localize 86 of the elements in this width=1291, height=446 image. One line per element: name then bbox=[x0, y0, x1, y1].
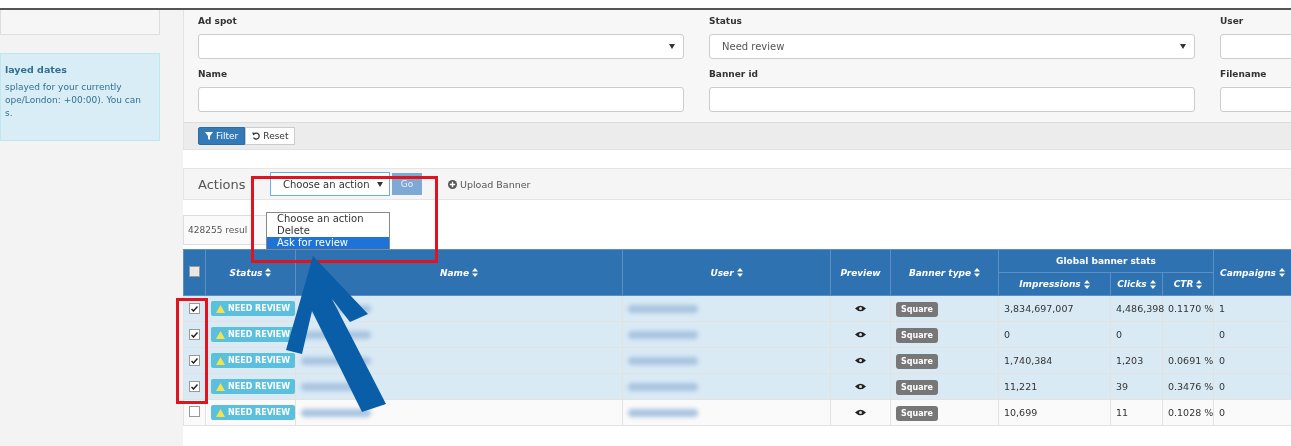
row-checkbox[interactable] bbox=[189, 381, 200, 393]
sort-icon bbox=[1083, 279, 1090, 289]
filter-icon bbox=[205, 132, 213, 140]
status-badge: NEED REVIEW bbox=[211, 301, 296, 316]
banner-type-tag: Square bbox=[896, 406, 938, 421]
row-checkbox[interactable] bbox=[189, 329, 200, 341]
banner-type-tag: Square bbox=[896, 302, 938, 317]
eye-icon[interactable] bbox=[855, 409, 866, 416]
row-checkbox[interactable] bbox=[189, 303, 200, 315]
select-field[interactable] bbox=[198, 34, 684, 59]
table-cell: 3,834,697,007 bbox=[998, 295, 1111, 322]
upload-banner-link[interactable]: Upload Banner bbox=[448, 178, 531, 190]
table-cell: 0 bbox=[1213, 347, 1291, 374]
column-header[interactable]: User bbox=[622, 249, 831, 296]
input-field[interactable] bbox=[709, 87, 1195, 112]
eye-icon[interactable] bbox=[855, 305, 866, 312]
undo-icon bbox=[252, 132, 261, 140]
eye-icon[interactable] bbox=[855, 383, 866, 390]
column-header[interactable]: Campaigns bbox=[1213, 249, 1291, 296]
table-cell: 10,699 bbox=[998, 399, 1111, 426]
field-label: Status bbox=[709, 16, 743, 26]
checkmark-icon bbox=[191, 305, 198, 312]
sort-icon bbox=[974, 268, 981, 277]
actions-label: Actions bbox=[198, 176, 247, 192]
select-all-checkbox[interactable] bbox=[189, 266, 200, 277]
info-text: splayed for your currently bbox=[5, 82, 123, 92]
warning-icon bbox=[216, 356, 225, 365]
blurred-name bbox=[301, 408, 371, 417]
reset-button[interactable]: Reset bbox=[245, 127, 296, 145]
blurred-user bbox=[628, 408, 698, 417]
column-header[interactable]: Impressions bbox=[998, 272, 1111, 296]
eye-icon[interactable] bbox=[855, 357, 866, 364]
column-header[interactable]: Preview bbox=[830, 249, 891, 296]
sort-icon bbox=[1278, 268, 1285, 277]
status-badge: NEED REVIEW bbox=[211, 353, 296, 368]
row-checkbox[interactable] bbox=[189, 406, 200, 417]
table-cell: 0 bbox=[1213, 373, 1291, 400]
table-cell: 1,740,384 bbox=[998, 347, 1111, 374]
info-title: layed dates bbox=[5, 64, 68, 75]
table-cell: 0 bbox=[998, 321, 1111, 348]
sort-icon bbox=[1196, 279, 1203, 289]
field-label: Ad spot bbox=[198, 16, 238, 26]
select-field[interactable]: Need review bbox=[709, 34, 1195, 59]
caret-icon bbox=[669, 44, 675, 49]
info-text: s. bbox=[5, 108, 14, 118]
blurred-user bbox=[628, 356, 698, 365]
table-cell: 0 bbox=[1213, 321, 1291, 348]
sort-icon bbox=[265, 268, 272, 277]
warning-icon bbox=[216, 330, 225, 339]
dropdown-option[interactable]: Ask for review bbox=[267, 237, 389, 249]
info-text: ope/London: +00:00). You can bbox=[5, 95, 142, 105]
status-badge: NEED REVIEW bbox=[211, 379, 296, 394]
warning-icon bbox=[216, 304, 225, 313]
blurred-user bbox=[628, 304, 698, 313]
table-cell: 1 bbox=[1213, 295, 1291, 322]
filter-button[interactable]: Filter bbox=[198, 127, 246, 145]
group-header: Global banner stats bbox=[998, 249, 1214, 273]
input-field[interactable] bbox=[198, 87, 684, 112]
sort-icon bbox=[736, 268, 743, 277]
field-label: Name bbox=[198, 69, 229, 79]
column-header[interactable]: Status bbox=[205, 249, 296, 296]
checkmark-icon bbox=[191, 331, 198, 338]
banner-type-tag: Square bbox=[896, 354, 938, 369]
table-cell: 11,221 bbox=[998, 373, 1111, 400]
caret-icon bbox=[377, 181, 383, 187]
banner-type-tag: Square bbox=[896, 328, 938, 343]
status-badge: NEED REVIEW bbox=[211, 405, 296, 420]
field-label: User bbox=[1220, 16, 1245, 26]
field-label: Filename bbox=[1220, 69, 1268, 79]
blurred-user bbox=[628, 382, 698, 391]
warning-icon bbox=[216, 408, 225, 417]
field-label: Banner id bbox=[709, 69, 759, 79]
sort-icon bbox=[472, 268, 479, 277]
sort-icon bbox=[1149, 279, 1156, 289]
checkmark-icon bbox=[191, 383, 198, 390]
caret-icon bbox=[1180, 44, 1186, 49]
blurred-user bbox=[628, 330, 698, 339]
column-header[interactable]: Name bbox=[295, 249, 623, 296]
warning-icon bbox=[216, 382, 225, 391]
table-cell: 0 bbox=[1213, 399, 1291, 426]
banner-type-tag: Square bbox=[896, 380, 938, 395]
checkmark-icon bbox=[191, 357, 198, 364]
eye-icon[interactable] bbox=[855, 331, 866, 338]
row-checkbox[interactable] bbox=[189, 355, 200, 367]
column-header[interactable]: Banner type bbox=[890, 249, 999, 296]
plus-circle-icon bbox=[448, 179, 457, 189]
